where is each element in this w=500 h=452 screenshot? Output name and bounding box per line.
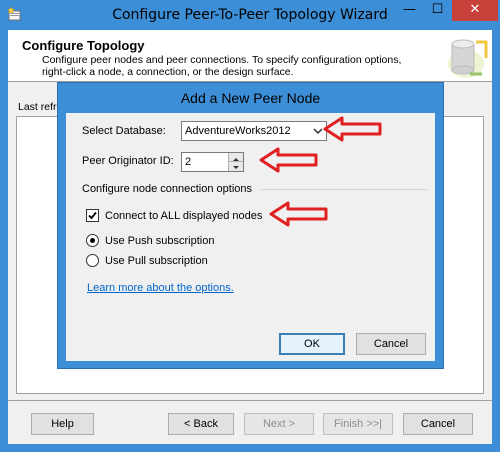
close-button[interactable]: ✕ <box>452 0 498 21</box>
help-button[interactable]: Help <box>31 413 94 435</box>
peer-originator-stepper[interactable]: 2 <box>181 152 244 172</box>
wizard-cancel-button[interactable]: Cancel <box>403 413 473 435</box>
check-icon <box>88 211 97 220</box>
red-arrow-icon <box>259 147 318 173</box>
maximize-button[interactable]: ☐ <box>424 0 451 21</box>
finish-button[interactable]: Finish >>| <box>323 413 393 435</box>
learn-more-link[interactable]: Learn more about the options. <box>87 282 234 294</box>
push-subscription-radio[interactable] <box>86 234 99 247</box>
connect-all-label[interactable]: Connect to ALL displayed nodes <box>105 210 262 222</box>
radio-selected-dot <box>90 238 95 243</box>
back-button[interactable]: < Back <box>168 413 234 435</box>
peer-originator-label: Peer Originator ID: <box>82 155 174 167</box>
stepper-buttons <box>228 153 243 171</box>
page-description: Configure peer nodes and peer connection… <box>42 54 402 78</box>
pull-subscription-radio[interactable] <box>86 254 99 267</box>
stepper-down-button[interactable] <box>228 162 243 171</box>
last-refresh-label: Last refre <box>18 101 63 113</box>
ok-button[interactable]: OK <box>279 333 345 355</box>
dialog-body: Select Database: AdventureWorks2012 Peer… <box>66 113 435 361</box>
select-database-label: Select Database: <box>82 125 166 137</box>
connection-options-group-label: Configure node connection options <box>82 183 253 195</box>
peer-originator-value: 2 <box>185 156 192 168</box>
add-peer-node-dialog: Add a New Peer Node Select Database: Adv… <box>57 82 444 369</box>
arrow-down-icon <box>233 166 239 169</box>
dialog-title: Add a New Peer Node <box>180 90 321 106</box>
wizard-header: Configure Topology Configure peer nodes … <box>8 30 492 82</box>
dialog-cancel-button[interactable]: Cancel <box>356 333 426 355</box>
pull-subscription-label[interactable]: Use Pull subscription <box>105 255 208 267</box>
select-database-value: AdventureWorks2012 <box>185 125 291 137</box>
next-button[interactable]: Next > <box>244 413 314 435</box>
stepper-up-button[interactable] <box>228 153 243 162</box>
footer-divider <box>8 400 492 401</box>
connect-all-checkbox[interactable] <box>86 209 99 222</box>
push-subscription-label[interactable]: Use Push subscription <box>105 235 214 247</box>
page-title: Configure Topology <box>22 38 145 53</box>
wizard-titlebar: Configure Peer-To-Peer Topology Wizard —… <box>0 0 500 30</box>
select-database-combobox[interactable]: AdventureWorks2012 <box>181 121 327 141</box>
group-divider <box>261 189 427 190</box>
red-arrow-icon <box>323 116 382 142</box>
red-arrow-icon <box>269 201 328 227</box>
replication-database-icon <box>448 39 488 78</box>
minimize-button[interactable]: — <box>396 0 423 21</box>
